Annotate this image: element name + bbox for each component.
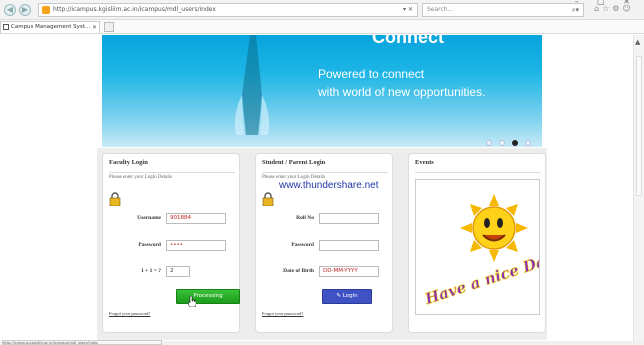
username-field[interactable]: 901884 [166,213,226,224]
events-image: Have a nice Day! [415,179,563,315]
faculty-login-panel: Faculty Login Please enter your Login De… [102,153,240,333]
faculty-forgot-password-link[interactable]: Forgot your password? [109,311,150,316]
banner-heading: Connect [372,35,444,47]
address-text: http://icampus.kgisliim.ac.in/icampus/md… [53,6,216,13]
student-login-button-label: Login [342,293,358,299]
hand-cursor-icon [188,296,196,307]
lock-icon [109,192,121,206]
divider [262,172,388,173]
browser-toolbar: ◀ ▶ http://icampus.kgisliim.ac.in/icampu… [0,0,644,20]
tab-title: Campus Management Syst... [11,24,91,30]
faculty-login-subtitle: Please enter your Login Details [109,175,173,180]
slider-dot-active[interactable] [512,140,519,146]
student-password-label: Password [291,242,314,248]
slider-dots[interactable] [486,131,542,147]
site-favicon-icon [42,6,50,14]
search-input[interactable]: Search... ⌕▾ [422,3,584,17]
new-tab-button[interactable] [104,22,114,32]
student-login-button[interactable]: ✎ Login [322,289,372,304]
faculty-login-button[interactable]: Processing [176,289,240,304]
password-field[interactable]: •••• [166,240,226,251]
dob-field[interactable]: DD-MM-YYYY [319,266,379,277]
banner-line-1: Powered to connect [318,67,425,81]
have-a-nice-day-text: Have a nice Day! [422,247,563,309]
slider-dot[interactable] [525,140,532,146]
tab-page-icon [3,24,9,30]
search-placeholder: Search... [427,6,454,13]
address-bar[interactable]: http://icampus.kgisliim.ac.in/icampus/md… [38,3,418,17]
svg-text:Have a nice Day!: Have a nice Day! [422,247,539,308]
student-login-title: Student / Parent Login [262,159,326,166]
hero-banner: Connect Powered to connect with world of… [102,35,542,147]
back-icon[interactable]: ◀ [4,4,16,16]
password-label: Password [138,242,161,248]
close-icon[interactable]: ✕ [92,22,97,33]
divider [109,172,235,173]
refresh-close-icon[interactable]: ▾ ✕ [403,4,413,16]
lock-icon [262,192,274,206]
events-title: Events [415,159,434,166]
watermark-text: www.thundershare.net [279,180,379,191]
faculty-login-title: Faculty Login [109,159,148,166]
student-password-field[interactable] [319,240,379,251]
captcha-label: 1 + 1 = ? [140,268,161,274]
forward-icon[interactable]: ▶ [19,4,31,16]
roll-no-field[interactable] [319,213,379,224]
roll-no-label: Roll No [296,215,314,221]
window-controls[interactable]: – □ ✕ [575,0,638,6]
smiley-sun-image: Have a nice Day! [422,194,563,309]
slider-dot[interactable] [499,140,506,146]
banner-line-2: with world of new opportunities. [318,85,486,99]
scrollbar-thumb[interactable] [636,56,642,196]
scroll-up-icon[interactable]: ▲ [635,38,640,46]
username-label: Username [137,215,161,221]
tab-bar: Campus Management Syst... ✕ [0,20,644,34]
status-url: http://icampus.kgisliim.ac.in/icampus/md… [2,340,162,345]
student-forgot-password-link[interactable]: Forgot your password? [262,311,303,316]
dob-label: Date of Birth [283,268,314,274]
divider [415,172,541,173]
captcha-field[interactable]: 2 [166,266,190,277]
swimmer-image [234,35,270,135]
events-panel: Events Have a nice Day! [408,153,563,333]
slider-dot[interactable] [486,140,492,146]
tab-campus[interactable]: Campus Management Syst... ✕ [0,21,100,33]
